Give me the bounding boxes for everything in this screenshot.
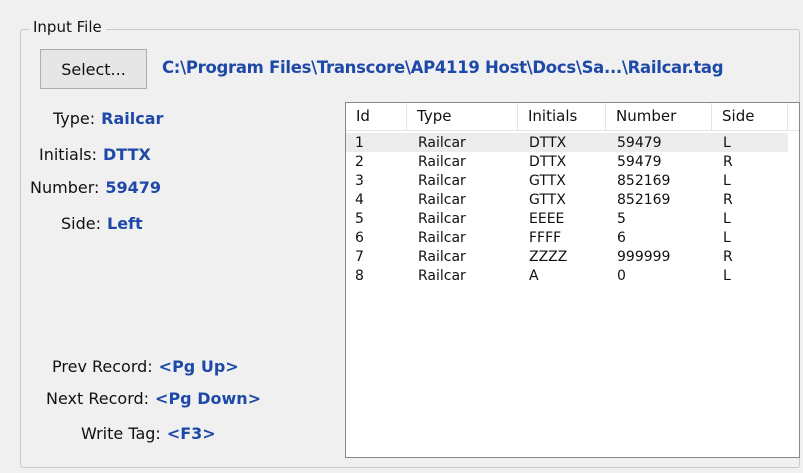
cell-type: Railcar [418, 211, 466, 227]
initials-label: Initials: [39, 145, 97, 164]
number-value: 59479 [105, 178, 162, 197]
input-file-group-title: Input File [29, 18, 106, 36]
prev-record-label: Prev Record: [52, 357, 153, 376]
initials-value: DTTX [103, 145, 151, 164]
next-record-key: <Pg Down> [155, 389, 262, 408]
type-value: Railcar [101, 109, 164, 128]
table-row[interactable]: 6 Railcar FFFF 6 L [346, 228, 799, 247]
select-file-button[interactable]: Select... [40, 49, 147, 89]
column-header-id[interactable]: Id [346, 103, 407, 130]
table-row[interactable]: 5 Railcar EEEE 5 L [346, 209, 799, 228]
cell-side: R [723, 249, 733, 265]
table-row[interactable]: 7 Railcar ZZZZ 999999 R [346, 247, 799, 266]
cell-id: 4 [355, 192, 364, 208]
side-value: Left [107, 214, 143, 233]
initials-field: Initials: DTTX [39, 145, 151, 164]
cell-number: 6 [617, 230, 626, 246]
prev-record-key: <Pg Up> [158, 357, 239, 376]
cell-number: 999999 [617, 249, 671, 265]
write-tag-label: Write Tag: [81, 424, 161, 443]
cell-number: 59479 [617, 154, 662, 170]
column-header-initials[interactable]: Initials [518, 103, 606, 130]
listview-rows: 1 Railcar DTTX 59479 L 2 Railcar DTTX 59479 R 3 Rai… [346, 133, 799, 285]
cell-id: 8 [355, 268, 364, 284]
number-label: Number: [30, 178, 100, 197]
cell-initials: GTTX [529, 192, 566, 208]
cell-initials: DTTX [529, 154, 567, 170]
table-row[interactable]: 4 Railcar GTTX 852169 R [346, 190, 799, 209]
cell-initials: ZZZZ [529, 249, 568, 265]
listview-header: Id Type Initials Number Side [346, 103, 799, 131]
cell-initials: A [529, 268, 539, 284]
cell-type: Railcar [418, 135, 466, 151]
number-field: Number: 59479 [30, 178, 161, 197]
cell-type: Railcar [418, 192, 466, 208]
cell-type: Railcar [418, 173, 466, 189]
table-row[interactable]: 8 Railcar A 0 L [346, 266, 799, 285]
cell-initials: FFFF [529, 230, 562, 246]
column-header-number[interactable]: Number [606, 103, 712, 130]
cell-number: 5 [617, 211, 626, 227]
file-path-label: C:\Program Files\Transcore\AP4119 Host\D… [162, 58, 724, 77]
cell-side: L [723, 268, 731, 284]
column-header-side[interactable]: Side [712, 103, 788, 130]
records-listview[interactable]: Id Type Initials Number Side 1 Railcar DTT… [345, 102, 800, 458]
cell-number: 0 [617, 268, 626, 284]
column-header-type[interactable]: Type [407, 103, 518, 130]
write-tag-hint: Write Tag: <F3> [81, 424, 216, 443]
cell-id: 2 [355, 154, 364, 170]
cell-id: 7 [355, 249, 364, 265]
cell-side: R [723, 192, 733, 208]
side-field: Side: Left [61, 214, 143, 233]
table-row[interactable]: 3 Railcar GTTX 852169 L [346, 171, 799, 190]
cell-initials: EEEE [529, 211, 565, 227]
cell-initials: DTTX [529, 135, 567, 151]
cell-side: L [723, 173, 731, 189]
table-row[interactable]: 2 Railcar DTTX 59479 R [346, 152, 799, 171]
side-label: Side: [61, 214, 101, 233]
write-tag-key: <F3> [166, 424, 216, 443]
cell-number: 852169 [617, 192, 671, 208]
cell-type: Railcar [418, 249, 466, 265]
cell-id: 5 [355, 211, 364, 227]
cell-number: 59479 [617, 135, 662, 151]
cell-id: 6 [355, 230, 364, 246]
cell-type: Railcar [418, 154, 466, 170]
cell-id: 3 [355, 173, 364, 189]
type-field: Type: Railcar [53, 109, 163, 128]
cell-id: 1 [355, 135, 364, 151]
prev-record-hint: Prev Record: <Pg Up> [52, 357, 239, 376]
cell-type: Railcar [418, 230, 466, 246]
cell-side: R [723, 154, 733, 170]
cell-type: Railcar [418, 268, 466, 284]
type-label: Type: [53, 109, 96, 128]
cell-side: L [723, 135, 731, 151]
cell-initials: GTTX [529, 173, 566, 189]
next-record-hint: Next Record: <Pg Down> [46, 389, 261, 408]
cell-side: L [723, 211, 731, 227]
table-row[interactable]: 1 Railcar DTTX 59479 L [346, 133, 788, 152]
next-record-label: Next Record: [46, 389, 150, 408]
cell-number: 852169 [617, 173, 671, 189]
cell-side: L [723, 230, 731, 246]
